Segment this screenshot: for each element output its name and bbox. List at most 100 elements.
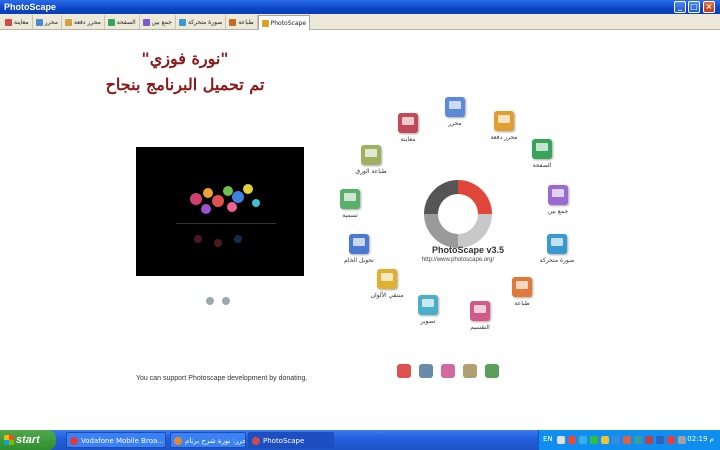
tray-icon-1[interactable] <box>568 436 576 444</box>
tab-7[interactable]: PhotoScape <box>257 15 311 30</box>
ring-item-9[interactable]: تحويل الخام <box>331 234 387 278</box>
clock[interactable]: 02:19 م <box>687 435 714 443</box>
print-icon <box>512 277 532 297</box>
app-icon <box>174 437 182 445</box>
tab-label: محرر <box>44 18 58 26</box>
ring-item-10[interactable]: تسمية <box>322 189 378 233</box>
tab-label: معاينة <box>14 18 29 26</box>
ring-item-label: منتقي الألوان <box>370 292 404 299</box>
tab-icon <box>5 18 12 26</box>
screen-capture-icon <box>418 295 438 315</box>
tab-label: جمع بين <box>151 18 172 26</box>
batch-editor-icon <box>494 111 514 131</box>
ring-item-label: صورة متحركة <box>539 257 575 264</box>
language-indicator[interactable]: EN <box>543 435 553 443</box>
window-title: PhotoScape <box>4 2 57 12</box>
tab-4[interactable]: جمع بين <box>140 15 176 29</box>
ring-item-label: تصوير <box>420 318 436 325</box>
rename-icon <box>340 189 360 209</box>
splitter-icon <box>470 301 490 321</box>
ring-item-label: التقسيم <box>470 324 490 331</box>
minimize-button[interactable]: _ <box>674 1 686 13</box>
tray-icon-0[interactable] <box>557 436 565 444</box>
ring-item-label: معاينة <box>400 136 416 143</box>
tab-2[interactable]: محرر دفعة <box>62 15 105 29</box>
tray-icon-7[interactable] <box>634 436 642 444</box>
viewer-icon <box>398 113 418 133</box>
tab-icon <box>35 18 43 26</box>
ring-item-6[interactable]: التقسيم <box>452 301 508 345</box>
paper-print-icon <box>361 145 381 165</box>
logo-name: PhotoScape v3.5 <box>431 245 505 255</box>
raw-converter-icon <box>349 234 369 254</box>
tray-icon-11[interactable] <box>678 436 686 444</box>
taskbar: start Vodafone Mobile Broa... محرر: نورة … <box>0 430 720 450</box>
help-icon[interactable] <box>397 364 411 378</box>
app-icon <box>70 437 78 445</box>
photoscape-logo-icon[interactable] <box>420 176 496 252</box>
editor-icon <box>445 97 465 117</box>
animated-gif-icon <box>547 234 567 254</box>
tray-icon-6[interactable] <box>623 436 631 444</box>
close-button[interactable]: × <box>703 1 715 13</box>
tab-icon <box>64 18 72 26</box>
tab-1[interactable]: محرر <box>33 15 62 29</box>
tab-label: الصفحة <box>116 18 136 26</box>
tab-5[interactable]: صورة متحركة <box>176 15 227 29</box>
tab-label: PhotoScape <box>270 19 307 27</box>
people-icon[interactable] <box>441 364 455 378</box>
tray-icon-3[interactable] <box>590 436 598 444</box>
home-panel: "نورة فوزي" تم تحميل البرنامج بنجاح You … <box>0 31 720 430</box>
tab-icon <box>229 18 237 26</box>
photo-frame-icon[interactable] <box>485 364 499 378</box>
face-search-icon[interactable] <box>463 364 477 378</box>
rotate-icon[interactable] <box>206 297 214 305</box>
tray-icon-5[interactable] <box>612 436 620 444</box>
heading-message: تم تحميل البرنامج بنجاح <box>105 75 265 94</box>
tray-icon-4[interactable] <box>601 436 609 444</box>
ring-item-label: تسمية <box>342 212 358 219</box>
heading-name: "نورة فوزي" <box>141 49 229 68</box>
eye-icon[interactable] <box>222 297 230 305</box>
tab-label: محرر دفعة <box>73 18 101 26</box>
tab-icon <box>178 18 186 26</box>
system-tray: EN 02:19 م <box>538 430 720 450</box>
tools-icon[interactable] <box>419 364 433 378</box>
taskbar-item-label: PhotoScape <box>263 437 305 445</box>
tab-3[interactable]: الصفحة <box>105 15 140 29</box>
tab-icon <box>261 19 269 27</box>
tab-0[interactable]: معاينة <box>2 15 33 29</box>
app-icon <box>252 437 260 445</box>
combine-icon <box>548 185 568 205</box>
photo-preview <box>136 147 304 276</box>
ring-item-2[interactable]: الصفحة <box>514 139 570 183</box>
taskbar-item-0[interactable]: Vodafone Mobile Broa... <box>66 432 166 448</box>
windows-logo-icon <box>4 435 14 445</box>
ring-item-label: تحويل الخام <box>344 257 374 264</box>
start-label: start <box>16 434 40 446</box>
title-bar: PhotoScape _ □ × <box>0 0 720 14</box>
taskbar-item-2[interactable]: PhotoScape <box>248 432 334 448</box>
ring-item-3[interactable]: جمع بين <box>530 185 586 229</box>
logo-url[interactable]: http://www.photoscape.org/ <box>408 257 508 263</box>
tab-icon <box>142 18 150 26</box>
tray-icon-9[interactable] <box>656 436 664 444</box>
tray-icon-10[interactable] <box>667 436 675 444</box>
ring-item-4[interactable]: صورة متحركة <box>529 234 585 278</box>
taskbar-item-label: Vodafone Mobile Broa... <box>81 437 164 445</box>
donate-text[interactable]: You can support Photoscape development b… <box>136 375 307 382</box>
flower-photo <box>136 147 304 276</box>
tab-6[interactable]: طباعة <box>226 15 258 29</box>
start-button[interactable]: start <box>0 430 56 450</box>
tab-strip: معاينة محرر محرر دفعة الصفحة جمع بين صورة متح… <box>0 14 720 30</box>
tray-icon-2[interactable] <box>579 436 587 444</box>
page-icon <box>532 139 552 159</box>
preview-controls <box>206 297 230 305</box>
tab-icon <box>107 18 115 26</box>
taskbar-item-1[interactable]: محرر: نورة شرح برنام... <box>170 432 246 448</box>
ring-item-12[interactable]: معاينة <box>380 113 436 157</box>
tray-icon-8[interactable] <box>645 436 653 444</box>
maximize-button[interactable]: □ <box>688 1 700 13</box>
ring-item-label: طباعة الورق <box>355 168 387 175</box>
taskbar-item-label: محرر: نورة شرح برنام... <box>185 437 245 445</box>
